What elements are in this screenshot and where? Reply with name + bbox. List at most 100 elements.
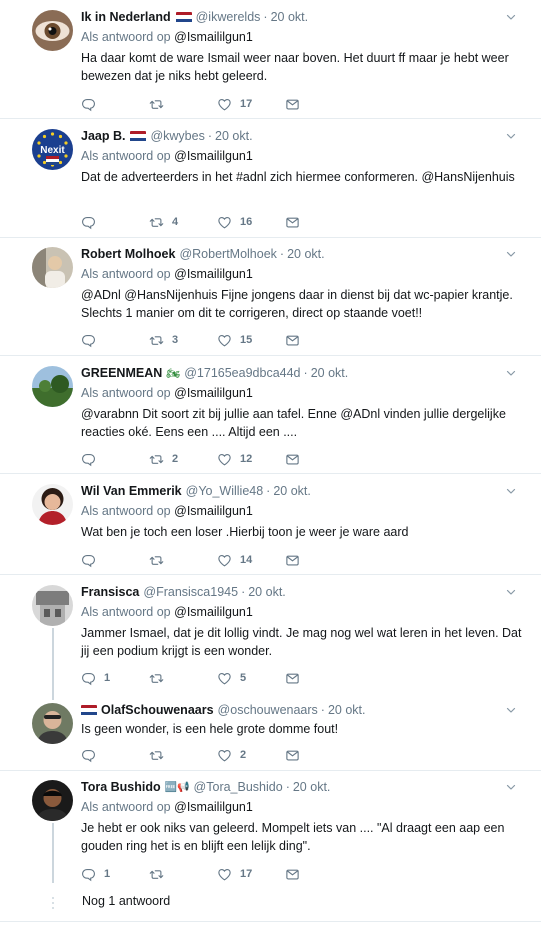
author-name[interactable]: Tora Bushido (81, 780, 161, 794)
chevron-down-icon[interactable] (505, 248, 517, 260)
reply-icon (81, 867, 96, 882)
reply-button[interactable] (81, 333, 149, 348)
direct-message-button[interactable] (285, 97, 305, 112)
retweet-button[interactable]: 2 (149, 452, 217, 467)
chevron-down-icon[interactable] (505, 586, 517, 598)
author-handle[interactable]: @RobertMolhoek (179, 247, 276, 261)
reply-to-handle[interactable]: @Ismaililgun1 (174, 267, 253, 281)
author-handle[interactable]: @17165ea9dbca44d (184, 366, 300, 380)
timestamp[interactable]: 20 okt. (311, 366, 349, 380)
like-button[interactable]: 16 (217, 215, 285, 230)
avatar[interactable] (32, 780, 73, 821)
author-handle[interactable]: @Yo_Willie48 (186, 484, 264, 498)
author-name[interactable]: GREENMEAN (81, 366, 162, 380)
separator-dot: · (263, 10, 268, 24)
author-handle[interactable]: @kwybes (150, 129, 204, 143)
direct-message-button[interactable] (285, 867, 305, 882)
like-button[interactable]: 17 (217, 97, 285, 112)
timestamp[interactable]: 20 okt. (271, 10, 309, 24)
reply-to-handle[interactable]: @Ismaililgun1 (174, 386, 253, 400)
reply-to-handle[interactable]: @Ismaililgun1 (174, 605, 253, 619)
avatar[interactable] (32, 247, 73, 288)
divider (0, 237, 541, 238)
like-button[interactable]: 12 (217, 452, 285, 467)
direct-message-button[interactable] (285, 333, 305, 348)
chevron-down-icon[interactable] (505, 130, 517, 142)
timestamp[interactable]: 20 okt. (248, 585, 286, 599)
like-button[interactable]: 15 (217, 333, 285, 348)
like-count: 17 (240, 98, 253, 110)
thread-connector (52, 628, 54, 700)
direct-message-button[interactable] (285, 452, 305, 467)
reply-to-handle[interactable]: @Ismaililgun1 (174, 30, 253, 44)
separator-dot: · (279, 247, 285, 261)
retweet-button[interactable]: 3 (149, 333, 217, 348)
author-name[interactable]: Jaap B. (81, 129, 125, 143)
chevron-down-icon[interactable] (505, 704, 517, 716)
like-count: 2 (240, 749, 247, 761)
reply-button[interactable] (81, 452, 149, 467)
direct-message-button[interactable] (285, 215, 305, 230)
author-handle[interactable]: @ikwerelds (196, 10, 261, 24)
timestamp[interactable]: 20 okt. (328, 703, 366, 717)
direct-message-button[interactable] (285, 671, 305, 686)
direct-message-button[interactable] (285, 553, 305, 568)
avatar[interactable] (32, 585, 73, 626)
avatar-label: Nexit (40, 145, 65, 156)
retweet-button[interactable] (149, 97, 217, 112)
reply-count: 1 (104, 868, 111, 880)
like-button[interactable]: 14 (217, 553, 285, 568)
chevron-down-icon[interactable] (505, 367, 517, 379)
retweet-button[interactable] (149, 867, 217, 882)
retweet-button[interactable] (149, 553, 217, 568)
like-button[interactable]: 2 (217, 748, 285, 763)
direct-message-button[interactable] (285, 748, 305, 763)
reply-context: Als antwoord op @Ismaililgun1 (81, 603, 523, 621)
timestamp[interactable]: 20 okt. (293, 780, 331, 794)
envelope-icon (285, 748, 300, 763)
chevron-down-icon[interactable] (505, 11, 517, 23)
author-handle[interactable]: @oschouwenaars (218, 703, 318, 717)
like-count: 5 (240, 672, 247, 684)
avatar[interactable] (32, 703, 73, 744)
envelope-icon (285, 333, 300, 348)
avatar[interactable]: Nexit (32, 129, 73, 170)
author-name[interactable]: Ik in Nederland (81, 10, 171, 24)
reply-to-handle[interactable]: @Ismaililgun1 (174, 504, 253, 518)
reply-button[interactable]: 1 (81, 671, 149, 686)
retweet-count: 4 (172, 216, 179, 228)
author-name[interactable]: Wil Van Emmerik (81, 484, 182, 498)
reply-button[interactable] (81, 97, 149, 112)
like-button[interactable]: 17 (217, 867, 285, 882)
reply-to-handle[interactable]: @Ismaililgun1 (174, 149, 253, 163)
reply-button[interactable] (81, 215, 149, 230)
timestamp[interactable]: 20 okt. (215, 129, 253, 143)
author-name[interactable]: OlafSchouwenaars (101, 703, 214, 717)
timestamp[interactable]: 20 okt. (287, 247, 325, 261)
reply-icon (81, 671, 96, 686)
chevron-down-icon[interactable] (505, 485, 517, 497)
reply-button[interactable] (81, 553, 149, 568)
avatar[interactable] (32, 484, 73, 525)
retweet-button[interactable] (149, 748, 217, 763)
retweet-button[interactable]: 4 (149, 215, 217, 230)
avatar[interactable] (32, 10, 73, 51)
show-more-replies-link[interactable]: Nog 1 antwoord (82, 894, 170, 908)
divider (0, 921, 541, 922)
timestamp[interactable]: 20 okt. (273, 484, 311, 498)
heart-icon (217, 867, 232, 882)
like-button[interactable]: 5 (217, 671, 285, 686)
retweet-button[interactable] (149, 671, 217, 686)
thread-more-dots (50, 897, 56, 912)
reply-button[interactable] (81, 748, 149, 763)
chevron-down-icon[interactable] (505, 781, 517, 793)
reply-to-handle[interactable]: @Ismaililgun1 (174, 800, 253, 814)
author-name[interactable]: Robert Molhoek (81, 247, 175, 261)
tweet-text: Wat ben je toch een loser .Hierbij toon … (81, 525, 409, 539)
reply-button[interactable]: 1 (81, 867, 149, 882)
author-handle[interactable]: @Fransisca1945 (143, 585, 238, 599)
retweet-count: 3 (172, 334, 179, 346)
author-name[interactable]: Fransisca (81, 585, 139, 599)
author-handle[interactable]: @Tora_Bushido (194, 780, 283, 794)
avatar[interactable] (32, 366, 73, 407)
